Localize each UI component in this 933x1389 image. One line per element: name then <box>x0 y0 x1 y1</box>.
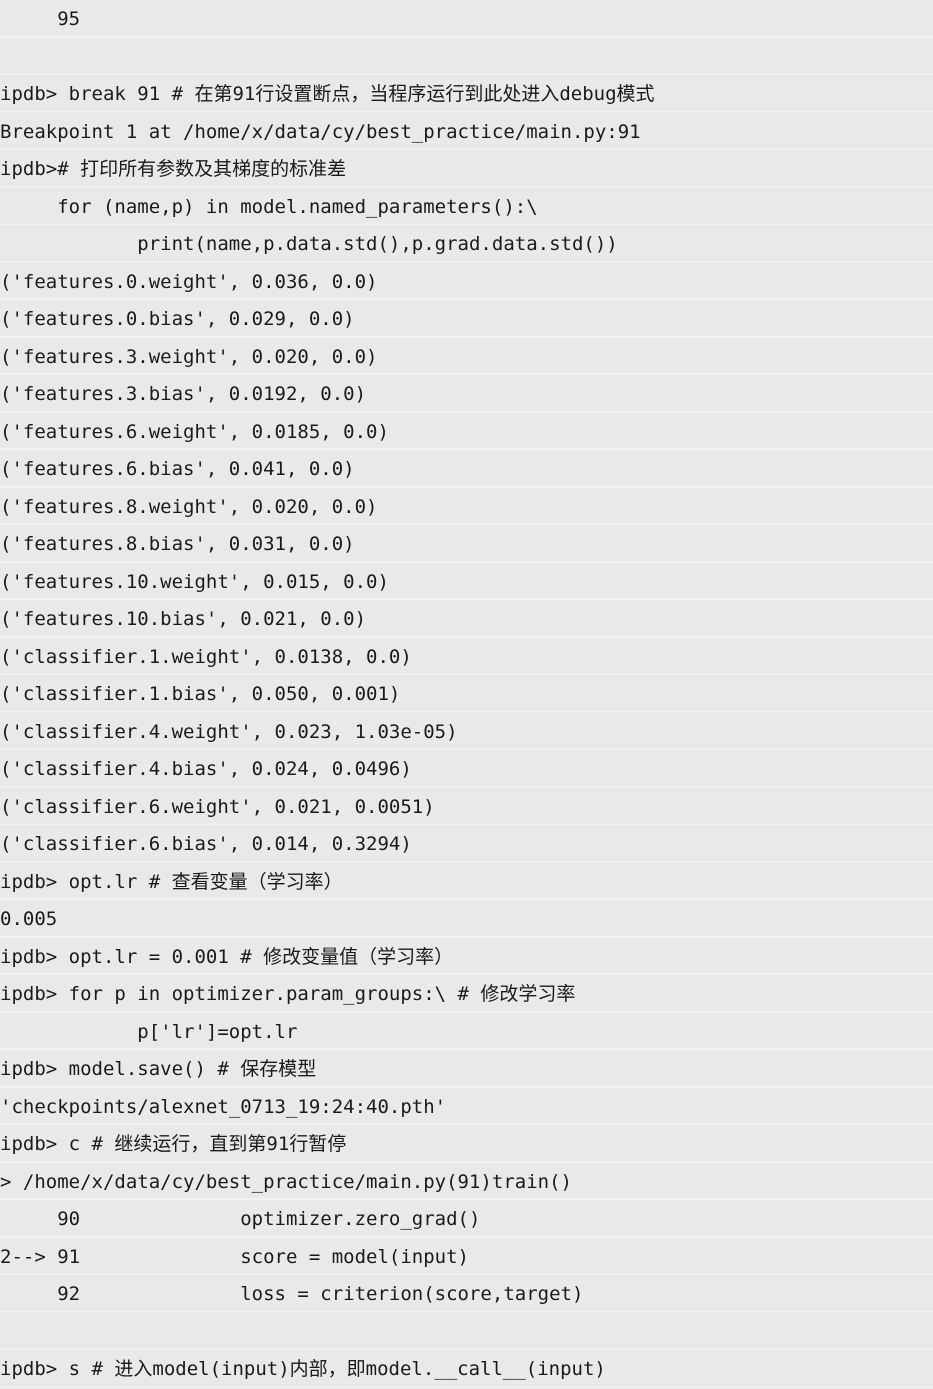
output-line: Breakpoint 1 at /home/x/data/cy/best_pra… <box>0 120 641 143</box>
output-line: ('features.8.weight', 0.020, 0.0) <box>0 495 378 518</box>
output-line: ('features.10.weight', 0.015, 0.0) <box>0 570 389 593</box>
source-line: 90 optimizer.zero_grad() <box>0 1208 481 1230</box>
output-line: ('classifier.6.weight', 0.021, 0.0051) <box>0 795 435 818</box>
output-line: ('classifier.4.bias', 0.024, 0.0496) <box>0 758 412 780</box>
prompt-line: ipdb> opt.lr = 0.001 # 修改变量值（学习率） <box>0 945 454 968</box>
source-line: 92 loss = criterion(score,target) <box>0 1283 584 1305</box>
prompt-line: ipdb> opt.lr # 查看变量（学习率） <box>0 870 343 893</box>
output-line: > /home/x/data/cy/best_practice/main.py(… <box>0 1170 572 1193</box>
prompt-line: ipdb> break 91 # 在第91行设置断点，当程序运行到此处进入deb… <box>0 83 655 105</box>
prompt-line: ipdb># 打印所有参数及其梯度的标准差 <box>0 158 347 180</box>
output-line: ('classifier.6.bias', 0.014, 0.3294) <box>0 833 412 855</box>
output-line: 0.005 <box>0 908 58 930</box>
output-line: ('features.6.bias', 0.041, 0.0) <box>0 458 355 480</box>
output-line: ('classifier.1.bias', 0.050, 0.001) <box>0 683 401 705</box>
prompt-line: ipdb> s # 进入model(input)内部，即model.__call… <box>0 1358 606 1380</box>
output-line: ('classifier.1.weight', 0.0138, 0.0) <box>0 645 412 668</box>
code-line: for (name,p) in model.named_parameters()… <box>0 195 538 218</box>
output-line: ('features.10.bias', 0.021, 0.0) <box>0 608 367 630</box>
output-line: ('features.8.bias', 0.031, 0.0) <box>0 533 355 555</box>
prompt-line: ipdb> model.save() # 保存模型 <box>0 1058 317 1080</box>
output-line: ('features.6.weight', 0.0185, 0.0) <box>0 420 389 443</box>
output-line: ('features.3.weight', 0.020, 0.0) <box>0 345 378 368</box>
terminal-output: 95 ipdb> break 91 # 在第91行设置断点，当程序运行到此处进入… <box>0 0 933 1388</box>
output-line: ('classifier.4.weight', 0.023, 1.03e-05) <box>0 720 458 743</box>
output-line: ('features.0.weight', 0.036, 0.0) <box>0 270 378 293</box>
prompt-line: ipdb> c # 继续运行，直到第91行暂停 <box>0 1133 347 1155</box>
code-line: p['lr']=opt.lr <box>0 1020 298 1043</box>
code-line: print(name,p.data.std(),p.grad.data.std(… <box>0 233 618 255</box>
output-line: 'checkpoints/alexnet_0713_19:24:40.pth' <box>0 1095 447 1118</box>
prompt-line: ipdb> for p in optimizer.param_groups:\ … <box>0 983 576 1005</box>
output-line: ('features.0.bias', 0.029, 0.0) <box>0 308 355 330</box>
current-source-line: 2--> 91 score = model(input) <box>0 1245 469 1268</box>
output-line: 95 <box>0 8 81 30</box>
output-line: ('features.3.bias', 0.0192, 0.0) <box>0 383 367 405</box>
